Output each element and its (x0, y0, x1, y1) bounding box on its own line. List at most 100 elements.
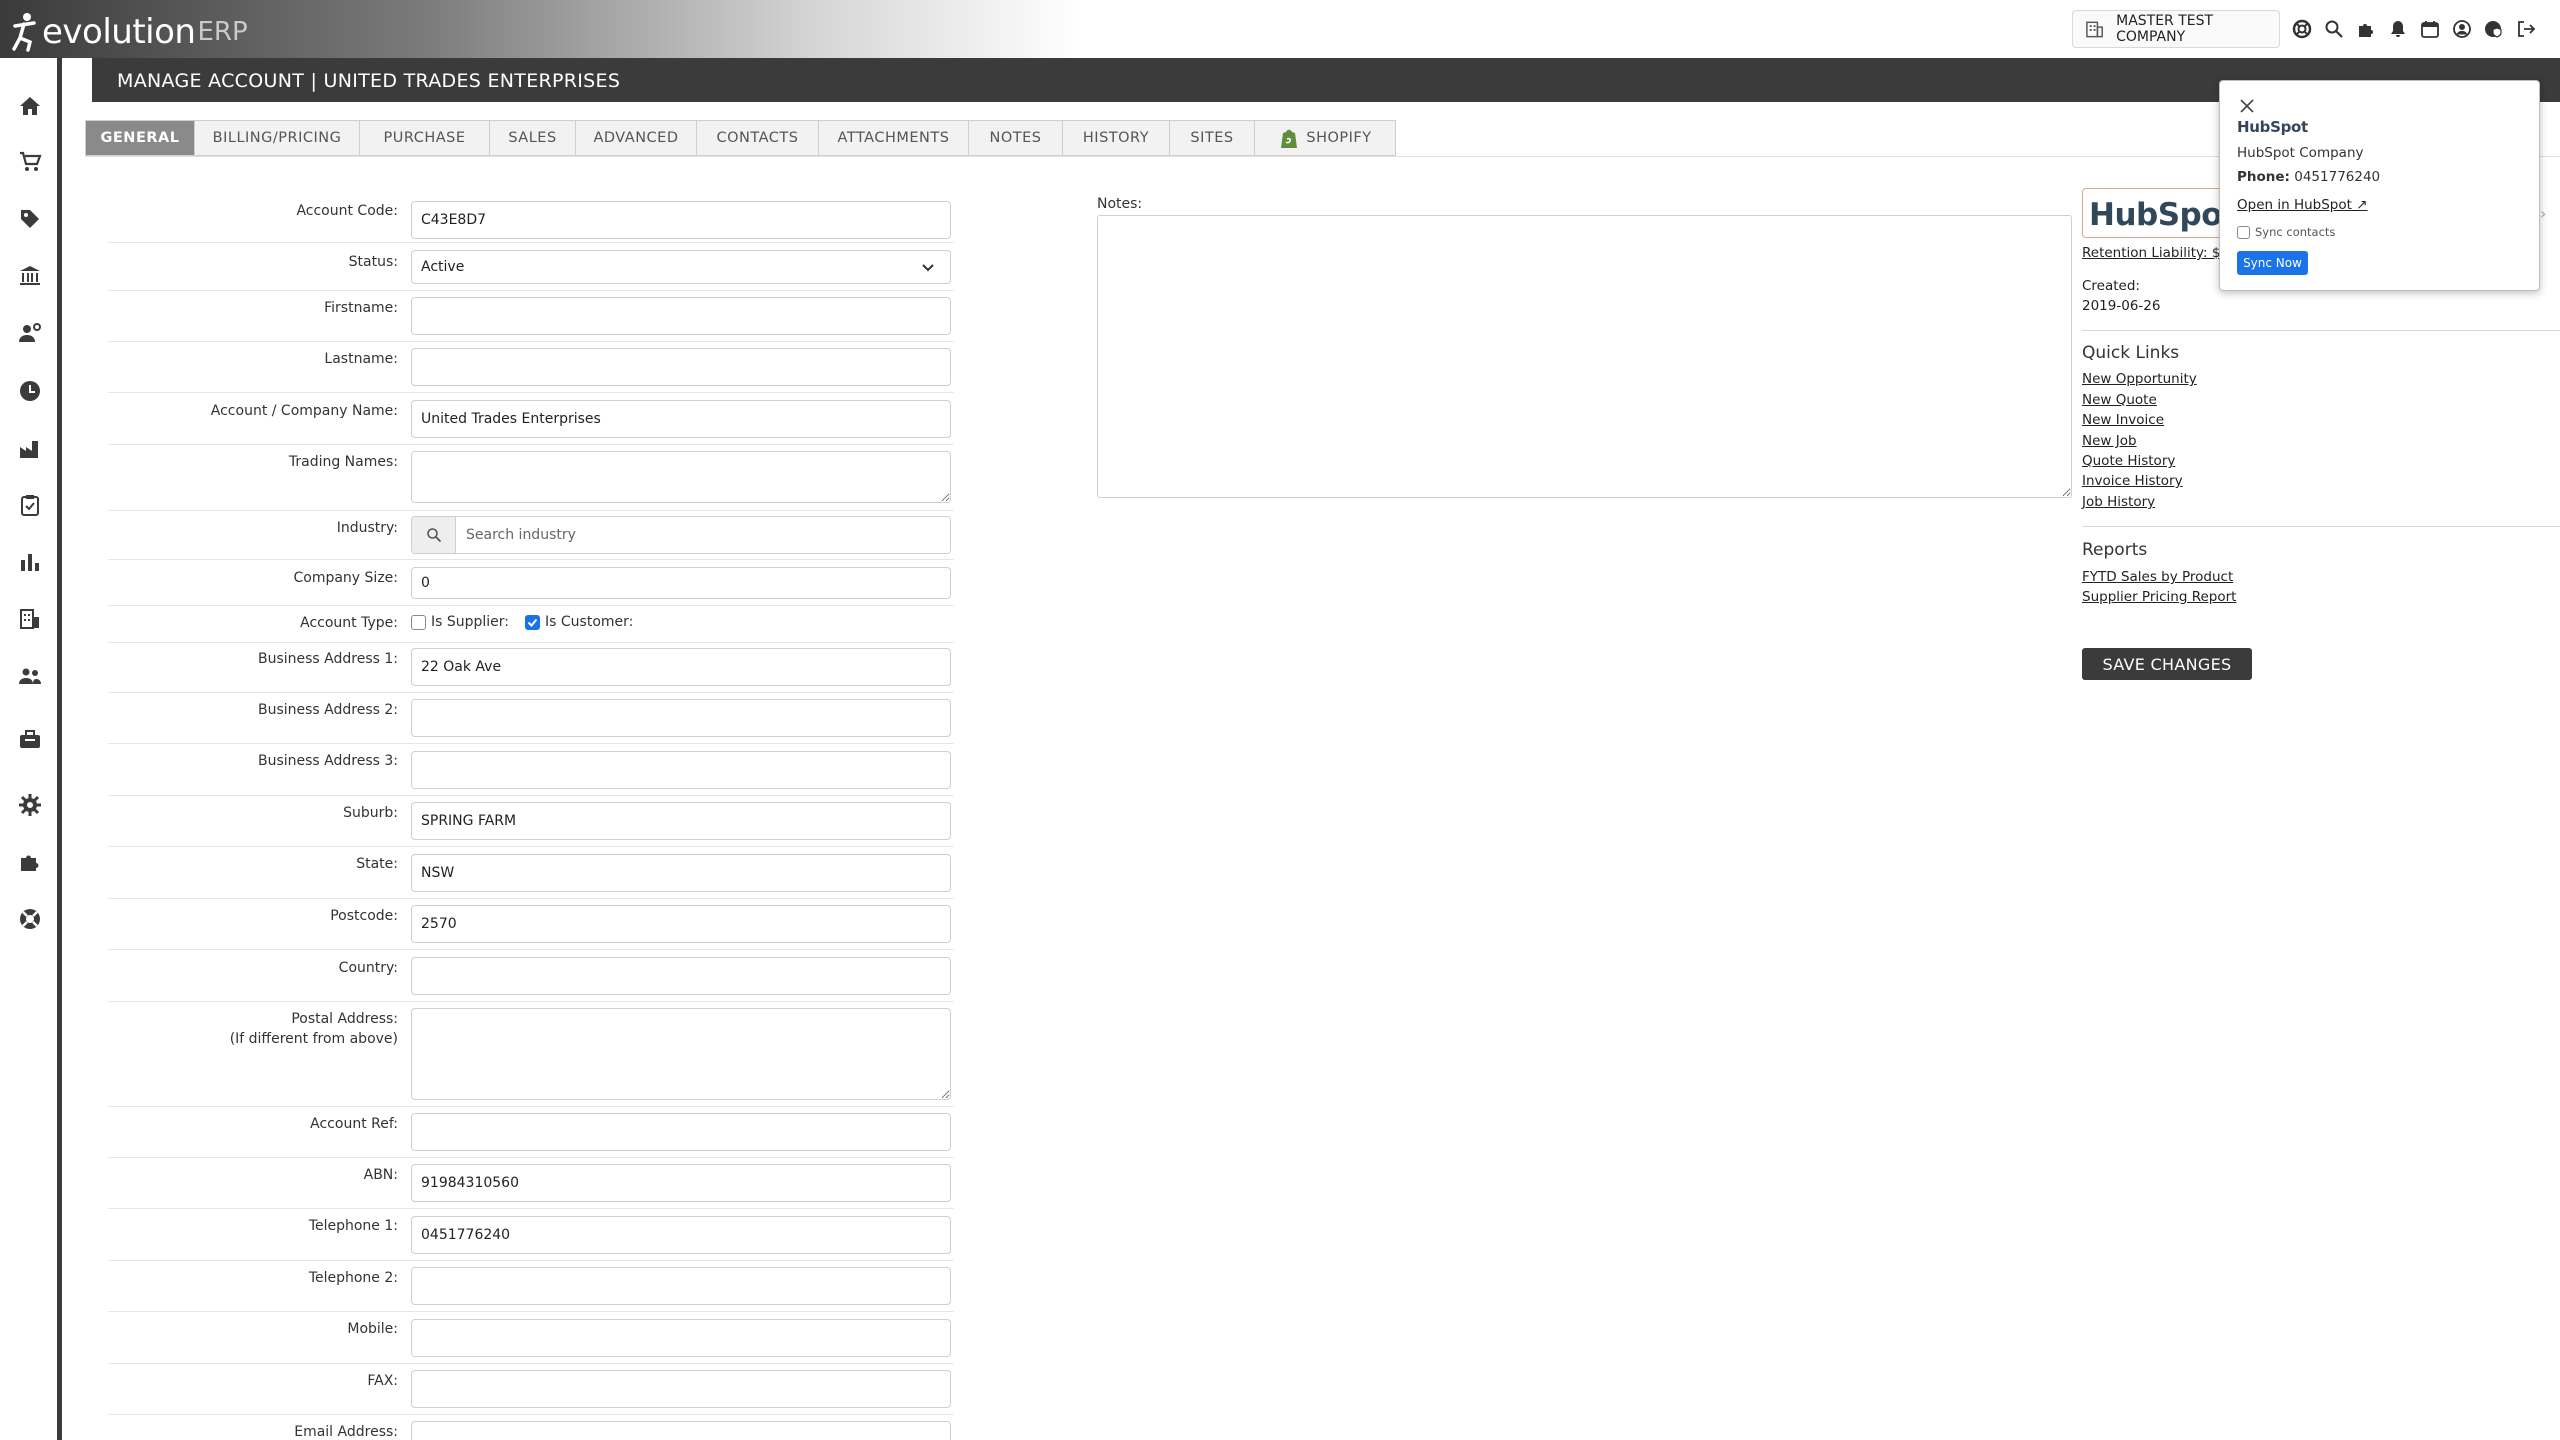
mobile-input[interactable] (411, 1319, 951, 1357)
close-icon[interactable] (2238, 97, 2256, 115)
address3-label: Business Address 3: (257, 753, 398, 769)
hubspot-popup-logo: HubSpot (2237, 118, 2308, 136)
support-icon[interactable] (2291, 18, 2313, 40)
tab-billing-pricing[interactable]: BILLING/PRICING (195, 120, 360, 156)
link-new-invoice[interactable]: New Invoice (2082, 412, 2164, 428)
toolbox-icon[interactable] (16, 725, 44, 753)
is-customer-checkbox[interactable] (525, 614, 541, 630)
account-type-options: Is Supplier: Is Customer: (411, 614, 633, 630)
section-divider (2082, 526, 2560, 527)
tab-general[interactable]: GENERAL (85, 120, 195, 156)
bell-icon[interactable] (2387, 18, 2409, 40)
logo-suffix: ERP (197, 17, 248, 47)
shield-icon[interactable] (2483, 18, 2505, 40)
address2-input[interactable] (411, 699, 951, 737)
gear-icon[interactable] (16, 791, 44, 819)
postal-address-label: Postal Address: (291, 1011, 398, 1027)
link-new-opportunity[interactable]: New Opportunity (2082, 371, 2197, 387)
link-quote-history[interactable]: Quote History (2082, 453, 2175, 469)
industry-label: Industry: (336, 520, 398, 536)
lastname-input[interactable] (411, 348, 951, 386)
postal-address-input[interactable] (411, 1008, 951, 1100)
trading-names-input[interactable] (411, 451, 951, 503)
link-new-job[interactable]: New Job (2082, 433, 2137, 449)
lifebuoy-icon[interactable] (16, 905, 44, 933)
tab-underline (85, 156, 2560, 157)
fax-input[interactable] (411, 1370, 951, 1408)
company-name-input[interactable] (411, 400, 951, 438)
suburb-input[interactable] (411, 802, 951, 840)
open-in-hubspot-link[interactable]: Open in HubSpot ↗ (2237, 197, 2368, 213)
building-icon (2086, 21, 2103, 38)
tab-purchase[interactable]: PURCHASE (360, 120, 490, 156)
factory-icon[interactable] (16, 435, 44, 463)
telephone1-input[interactable] (411, 1216, 951, 1254)
email-input[interactable] (411, 1421, 951, 1440)
sync-now-button[interactable]: Sync Now (2237, 251, 2308, 275)
tab-history[interactable]: HISTORY (1063, 120, 1170, 156)
puzzle-icon[interactable] (16, 848, 44, 876)
country-input[interactable] (411, 957, 951, 995)
tag-icon[interactable] (16, 205, 44, 233)
row-divider (108, 1414, 954, 1415)
user-gear-icon[interactable] (16, 319, 44, 347)
postal-address-sublabel: (If different from above) (229, 1031, 398, 1047)
bank-icon[interactable] (16, 262, 44, 290)
row-divider (108, 1208, 954, 1209)
tab-shopify-label: SHOPIFY (1306, 130, 1372, 146)
clipboard-check-icon[interactable] (16, 491, 44, 519)
company-size-input[interactable] (411, 567, 951, 599)
address3-input[interactable] (411, 751, 951, 789)
account-code-input[interactable] (411, 201, 951, 239)
company-name: MASTER TEST COMPANY (2116, 13, 2214, 45)
save-changes-button[interactable]: SAVE CHANGES (2082, 648, 2252, 680)
industry-search-input[interactable] (456, 517, 950, 553)
notes-textarea[interactable] (1097, 215, 2072, 498)
retention-liability[interactable]: Retention Liability: $0 (2082, 245, 2222, 261)
tab-sites[interactable]: SITES (1170, 120, 1255, 156)
firstname-input[interactable] (411, 297, 951, 335)
logout-icon[interactable] (2515, 18, 2537, 40)
address1-input[interactable] (411, 648, 951, 686)
cart-icon[interactable] (16, 148, 44, 176)
status-select[interactable]: Active (411, 250, 951, 284)
tab-shopify[interactable]: SHOPIFY (1255, 120, 1396, 156)
telephone2-label: Telephone 2: (308, 1270, 398, 1286)
company-selector[interactable]: MASTER TEST COMPANY (2072, 10, 2280, 48)
home-icon[interactable] (16, 92, 44, 120)
account-ref-input[interactable] (411, 1113, 951, 1151)
link-job-history[interactable]: Job History (2082, 494, 2155, 510)
company-name-label: Account / Company Name: (210, 403, 398, 419)
row-divider (108, 341, 954, 342)
user-icon[interactable] (2451, 18, 2473, 40)
link-new-quote[interactable]: New Quote (2082, 392, 2157, 408)
postcode-input[interactable] (411, 905, 951, 943)
bar-chart-icon[interactable] (16, 548, 44, 576)
tab-attachments[interactable]: ATTACHMENTS (819, 120, 969, 156)
tab-contacts[interactable]: CONTACTS (697, 120, 819, 156)
state-input[interactable] (411, 854, 951, 892)
evolution-erp-logo[interactable]: evolution ERP (12, 8, 248, 52)
clock-icon[interactable] (16, 377, 44, 405)
people-icon[interactable] (16, 662, 44, 690)
link-fytd-sales-report[interactable]: FYTD Sales by Product (2082, 569, 2233, 585)
tab-advanced[interactable]: ADVANCED (576, 120, 697, 156)
search-icon[interactable] (2323, 18, 2345, 40)
row-divider (108, 1363, 954, 1364)
link-invoice-history[interactable]: Invoice History (2082, 473, 2183, 489)
search-icon[interactable] (412, 517, 456, 553)
address1-label: Business Address 1: (257, 651, 398, 667)
link-supplier-pricing-report[interactable]: Supplier Pricing Report (2082, 589, 2236, 605)
tab-sales[interactable]: SALES (490, 120, 576, 156)
telephone2-input[interactable] (411, 1267, 951, 1305)
building-icon[interactable] (16, 605, 44, 633)
reports-title: Reports (2082, 540, 2148, 560)
row-divider (108, 898, 954, 899)
abn-input[interactable] (411, 1164, 951, 1202)
sync-contacts-checkbox[interactable] (2237, 225, 2250, 239)
is-supplier-checkbox[interactable] (411, 614, 426, 630)
calendar-icon[interactable] (2419, 18, 2441, 40)
tab-notes[interactable]: NOTES (969, 120, 1063, 156)
puzzle-icon[interactable] (2355, 18, 2377, 40)
page-header: MANAGE ACCOUNT | UNITED TRADES ENTERPRIS… (92, 58, 2560, 102)
